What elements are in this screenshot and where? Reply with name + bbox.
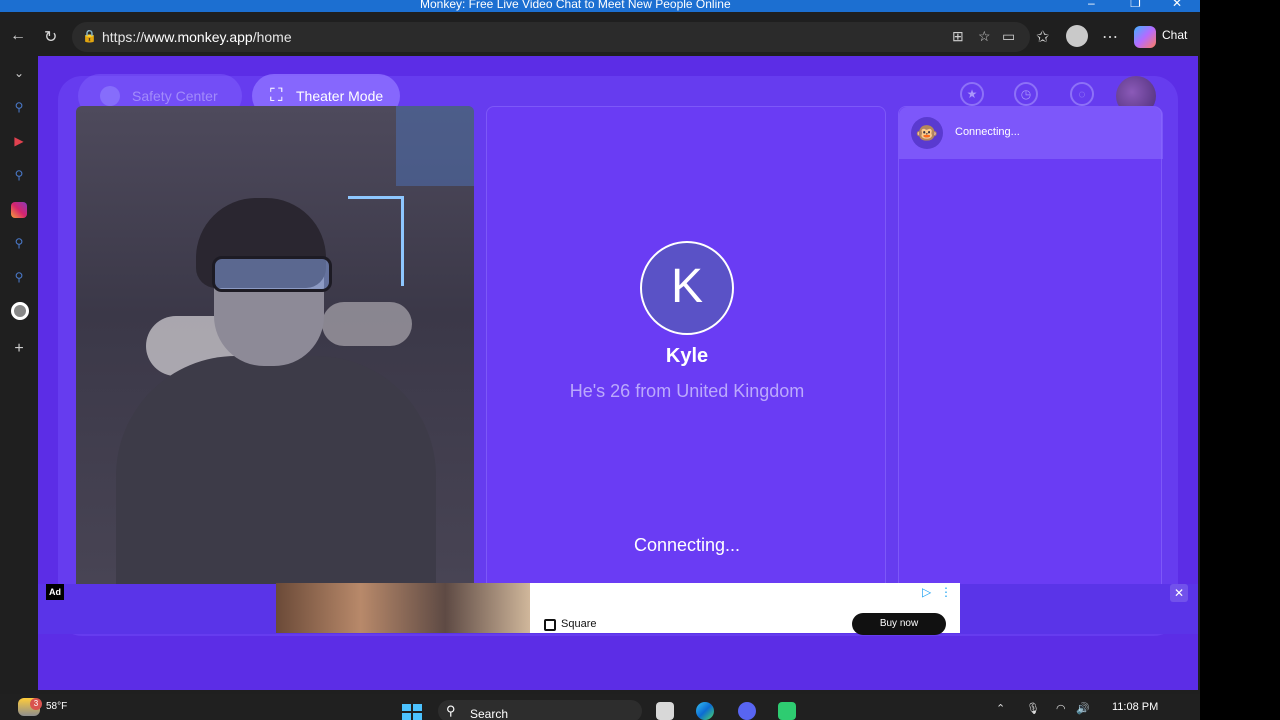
wifi-icon[interactable]: ◠ bbox=[1056, 702, 1066, 715]
ad-buy-now-button[interactable]: Buy now bbox=[852, 613, 946, 635]
connection-status: Connecting... bbox=[633, 535, 741, 555]
safety-center-label: Safety Center bbox=[132, 88, 218, 104]
ad-brand: Square bbox=[561, 618, 597, 630]
windows-start-icon[interactable] bbox=[402, 704, 422, 720]
favorites-icon[interactable]: ✩ bbox=[1036, 27, 1049, 47]
search-icon[interactable]: ⚲ bbox=[11, 100, 27, 116]
chat-status-row: 🐵 Connecting... bbox=[899, 107, 1163, 159]
chat-panel: 🐵 Connecting... bbox=[898, 106, 1163, 630]
monkey-icon: 🐵 bbox=[911, 117, 943, 149]
url-text: https://www.monkey.app/home bbox=[102, 29, 292, 45]
taskbar-search-label: Search bbox=[470, 707, 509, 720]
camera-pillow bbox=[322, 302, 412, 346]
windows-taskbar: 3 58°F ⚲ Search ⌃ 🎙 ◠ 🔊 11:08 PM bbox=[0, 694, 1200, 720]
ad-tag: Ad bbox=[46, 584, 64, 600]
ad-choices-icon[interactable]: ▷ bbox=[922, 585, 931, 599]
taskbar-search[interactable]: ⚲ Search bbox=[438, 700, 642, 720]
match-profile-panel: K Kyle He's 26 from United Kingdom Conne… bbox=[486, 106, 886, 630]
microphone-icon[interactable]: 🎙 bbox=[1026, 702, 1040, 715]
browser-sidebar: ⌄ ⚲ ▶ ⚲ ⚲ ⚲ + bbox=[0, 56, 38, 694]
history-clock-icon[interactable]: ◷ bbox=[1014, 82, 1038, 106]
copilot-icon[interactable] bbox=[1134, 26, 1156, 48]
volume-icon[interactable]: 🔊 bbox=[1076, 702, 1090, 715]
search-icon: ⚲ bbox=[446, 703, 456, 718]
ad-card[interactable]: ▷ ⋮ Square Buy now bbox=[530, 583, 960, 635]
chevron-up-icon[interactable]: ⌃ bbox=[996, 702, 1005, 715]
instagram-icon[interactable] bbox=[11, 202, 27, 218]
app-icon[interactable] bbox=[778, 702, 796, 720]
chevron-down-icon[interactable]: ⌄ bbox=[11, 66, 27, 82]
camera-icon[interactable]: ▭ bbox=[1002, 28, 1015, 45]
weather-badge: 3 bbox=[30, 698, 42, 710]
chat-status-text: Connecting... bbox=[955, 126, 1020, 138]
camera-background-window bbox=[396, 106, 474, 186]
window-titlebar: Monkey: Free Live Video Chat to Meet New… bbox=[0, 0, 1200, 12]
theater-mode-label: Theater Mode bbox=[296, 88, 384, 104]
address-bar[interactable]: 🔒 https://www.monkey.app/home ⊞ ☆ ▭ bbox=[72, 22, 1030, 52]
browser-toolbar: ← ↻ 🔒 https://www.monkey.app/home ⊞ ☆ ▭ … bbox=[0, 18, 1200, 56]
square-logo-icon bbox=[544, 619, 556, 631]
ad-menu-icon[interactable]: ⋮ bbox=[940, 585, 952, 599]
search-icon[interactable]: ⚲ bbox=[11, 168, 27, 184]
more-menu-icon[interactable]: ⋯ bbox=[1102, 27, 1118, 47]
edge-browser-icon[interactable] bbox=[696, 702, 714, 720]
youtube-icon[interactable]: ▶ bbox=[11, 134, 27, 150]
star-icon[interactable]: ★ bbox=[960, 82, 984, 106]
minimize-button[interactable]: – bbox=[1088, 0, 1095, 10]
match-info: He's 26 from United Kingdom bbox=[569, 381, 805, 401]
match-name: Kyle bbox=[665, 345, 709, 367]
profile-avatar[interactable] bbox=[1066, 25, 1088, 47]
record-icon[interactable] bbox=[11, 302, 29, 320]
weather-temperature[interactable]: 58°F bbox=[46, 701, 67, 712]
expand-icon: ⛶ bbox=[270, 85, 283, 105]
discord-icon[interactable] bbox=[738, 702, 756, 720]
apps-icon[interactable]: ⊞ bbox=[952, 28, 964, 45]
restore-button[interactable]: ❐ bbox=[1130, 0, 1141, 10]
camera-person-glasses bbox=[212, 256, 332, 292]
local-camera-view bbox=[76, 106, 474, 628]
search-icon[interactable]: ⚲ bbox=[11, 236, 27, 252]
close-window-button[interactable]: ✕ bbox=[1172, 0, 1182, 10]
refresh-icon[interactable]: ↻ bbox=[44, 27, 57, 47]
file-explorer-icon[interactable] bbox=[656, 702, 674, 720]
screen: Monkey: Free Live Video Chat to Meet New… bbox=[0, 0, 1200, 720]
chat-bubble-icon[interactable]: ◌ bbox=[1070, 82, 1094, 106]
copilot-chat-button[interactable]: Chat bbox=[1162, 28, 1187, 42]
match-avatar: K bbox=[640, 241, 734, 335]
taskbar-clock[interactable]: 11:08 PM bbox=[1112, 701, 1158, 713]
camera-background-light bbox=[348, 196, 404, 286]
favorite-star-icon[interactable]: ☆ bbox=[978, 28, 991, 45]
add-icon[interactable]: + bbox=[11, 340, 27, 357]
ad-banner: Ad ▷ ⋮ Square Buy now ✕ bbox=[38, 583, 1198, 635]
window-title: Monkey: Free Live Video Chat to Meet New… bbox=[420, 0, 731, 11]
ad-image[interactable] bbox=[276, 583, 530, 633]
back-icon[interactable]: ← bbox=[10, 27, 26, 45]
ad-close-button[interactable]: ✕ bbox=[1170, 584, 1188, 602]
shield-icon bbox=[100, 86, 120, 106]
lock-icon: 🔒 bbox=[82, 29, 97, 43]
search-icon[interactable]: ⚲ bbox=[11, 270, 27, 286]
